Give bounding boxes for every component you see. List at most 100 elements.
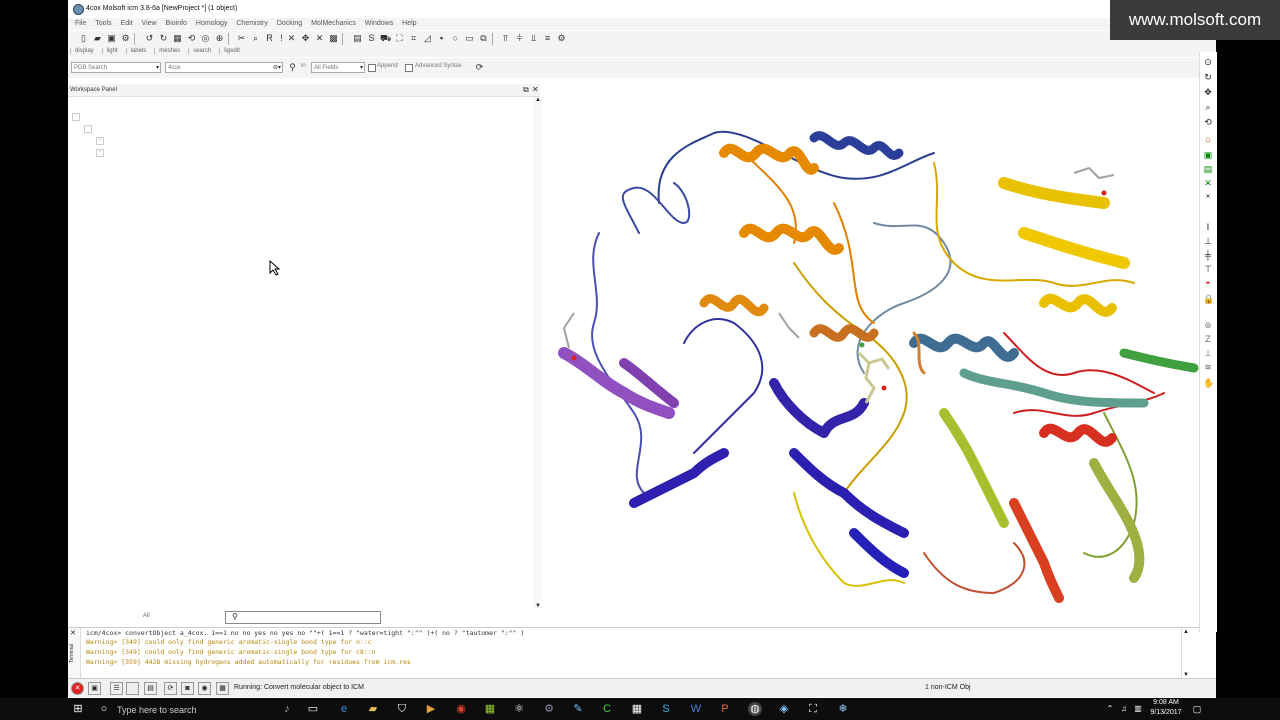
blank-icon[interactable] <box>126 682 139 695</box>
hand-icon[interactable]: ✋ <box>1203 378 1214 388</box>
align-middle-icon[interactable]: ⫩ <box>514 33 525 44</box>
store-icon[interactable]: ⛉ <box>395 702 409 716</box>
close-x-icon[interactable]: ✕ <box>286 33 297 44</box>
measure-angle-icon[interactable]: ⊥ <box>1203 236 1213 246</box>
clock-date[interactable]: 9/13/2017 <box>1145 709 1187 716</box>
measure-distance-icon[interactable]: Ⅰ <box>1203 222 1213 232</box>
screen-icon[interactable]: ▣ <box>1203 150 1213 160</box>
3d-viewport[interactable] <box>544 83 1199 623</box>
save-icon[interactable]: ▣ <box>106 33 117 44</box>
clock-time[interactable]: 9:08 AM <box>1145 699 1187 706</box>
settings-icon[interactable]: ⚙ <box>120 33 131 44</box>
tab-labels[interactable]: labels <box>125 48 151 54</box>
undo-icon[interactable]: ↺ <box>144 33 155 44</box>
display-icon[interactable]: ▤ <box>1203 164 1213 174</box>
workspace-scrollbar[interactable]: ▲ ▼ <box>534 97 542 609</box>
menu-molmechanics[interactable]: MolMechanics <box>311 20 356 27</box>
movie-icon[interactable]: ▦ <box>216 682 229 695</box>
refresh-icon[interactable]: ⟳ <box>474 62 485 73</box>
clip-icon[interactable]: ◓ <box>1203 278 1213 288</box>
menu-homology[interactable]: Homology <box>196 20 228 27</box>
network-app-icon[interactable]: ⚙ <box>542 702 556 716</box>
menu-file[interactable]: File <box>75 20 86 27</box>
rotate-view-icon[interactable]: ↻ <box>1203 72 1213 82</box>
windows-start-icon[interactable]: ⊞ <box>71 702 85 716</box>
tab-display[interactable]: display <box>70 48 98 54</box>
chrome-icon[interactable]: ◉ <box>454 702 468 716</box>
tree-node-chain-b[interactable]: + <box>96 149 104 157</box>
volume-icon[interactable]: ♫ <box>1117 702 1131 716</box>
circle-icon[interactable]: ○ <box>450 33 461 44</box>
measure-icon[interactable]: ◿ <box>422 33 433 44</box>
media-icon[interactable]: ▶ <box>424 702 438 716</box>
new-file-icon[interactable]: ▯ <box>78 33 89 44</box>
scroll-up-icon[interactable]: ▲ <box>535 97 541 103</box>
hierarchy-icon[interactable]: ⛶ <box>394 33 405 44</box>
rotate-icon[interactable]: ⟲ <box>186 33 197 44</box>
reset-icon[interactable]: R <box>264 33 275 44</box>
camera-icon[interactable]: ◙ <box>181 682 194 695</box>
delete-view-icon[interactable]: ✕ <box>1203 178 1213 188</box>
table-view-icon[interactable]: ▤ <box>144 682 157 695</box>
grid-app-icon[interactable]: ▦ <box>483 702 497 716</box>
window-icon[interactable]: ▭ <box>464 33 475 44</box>
stereo-icon[interactable]: ⊗ <box>1203 320 1213 330</box>
translate-icon[interactable]: ✥ <box>1203 87 1213 97</box>
crop-icon[interactable]: ⌗ <box>408 33 419 44</box>
center-icon[interactable]: ◎ <box>200 33 211 44</box>
tree-node-chain-a[interactable]: + <box>96 137 104 145</box>
s-icon[interactable]: S <box>366 33 377 44</box>
distribute-icon[interactable]: ≡ <box>542 33 553 44</box>
tab-meshes[interactable]: meshes <box>154 48 184 54</box>
align-bottom-icon[interactable]: ⫫ <box>528 33 539 44</box>
terminal-panel[interactable]: ✕ Terminal icm/4cox> convertObject a_4co… <box>68 627 1199 679</box>
pen-app-icon[interactable]: ✎ <box>571 702 585 716</box>
image-icon[interactable]: ▪ <box>436 33 447 44</box>
search-icon[interactable]: ○ <box>97 702 111 716</box>
tree-node-project[interactable]: - <box>72 113 80 121</box>
chevron-up-icon[interactable]: ⌃ <box>1103 702 1117 716</box>
append-checkbox[interactable] <box>368 64 376 72</box>
menu-docking[interactable]: Docking <box>277 20 302 27</box>
word-icon[interactable]: W <box>689 702 703 716</box>
notification-icon[interactable]: ▢ <box>1190 702 1204 716</box>
green-app-icon[interactable]: C <box>600 702 614 716</box>
move-icon[interactable]: ✥ <box>300 33 311 44</box>
refresh-view-icon[interactable]: ⟲ <box>1203 117 1213 127</box>
pymol-icon[interactable]: ◈ <box>777 702 791 716</box>
align-top-icon[interactable]: ⫪ <box>500 33 511 44</box>
workspace-tree[interactable]: - - + + <box>68 97 534 607</box>
scroll-up-icon[interactable]: ▲ <box>1183 629 1189 635</box>
loop-icon[interactable]: ⟳ <box>164 682 177 695</box>
close-icon[interactable]: ✕ <box>532 85 539 94</box>
database-select[interactable]: PDB Search ▾ <box>71 62 161 73</box>
zoom-icon[interactable]: ⌕ <box>1203 102 1213 112</box>
tree-node-object[interactable]: - <box>84 125 92 133</box>
measure-plane-icon[interactable]: ⊤ <box>1203 264 1213 274</box>
tab-light[interactable]: light <box>101 48 122 54</box>
grid-icon[interactable]: ▦ <box>172 33 183 44</box>
delete-icon[interactable]: ✕ <box>314 33 325 44</box>
menu-help[interactable]: Help <box>402 20 416 27</box>
microphone-icon[interactable]: ♪ <box>280 702 294 716</box>
menu-bioinfo[interactable]: Bioinfo <box>166 20 187 27</box>
search-input[interactable]: 4cox ⊘▾ <box>165 62 283 73</box>
icm-app-icon[interactable]: ◍ <box>748 702 762 716</box>
advanced-syntax-checkbox[interactable] <box>405 64 413 72</box>
pdb-icon[interactable]: ▤ <box>352 33 363 44</box>
binoculars-icon[interactable]: ⚲ <box>287 62 298 73</box>
center-view-icon[interactable]: ⊙ <box>1203 57 1213 67</box>
record-icon[interactable]: ▣ <box>88 682 101 695</box>
float-panel-icon[interactable]: ⧉ <box>523 85 529 95</box>
measure-torsion-icon[interactable]: ╪ <box>1203 250 1213 260</box>
table-icon[interactable]: ▩ <box>328 33 339 44</box>
edge-icon[interactable]: e <box>337 702 351 716</box>
network-icon[interactable]: ▥ <box>1131 702 1145 716</box>
lock-icon[interactable]: 🔒 <box>1203 294 1214 304</box>
molecule-app-icon[interactable]: ⚛ <box>512 702 526 716</box>
chemdraw-icon[interactable]: S <box>659 702 673 716</box>
distance-icon[interactable]: ✕ <box>1203 192 1213 202</box>
fog-icon[interactable]: ≋ <box>1203 362 1213 372</box>
file-explorer-icon[interactable]: ▰ <box>366 702 380 716</box>
snowflake-app-icon[interactable]: ❄ <box>836 702 850 716</box>
